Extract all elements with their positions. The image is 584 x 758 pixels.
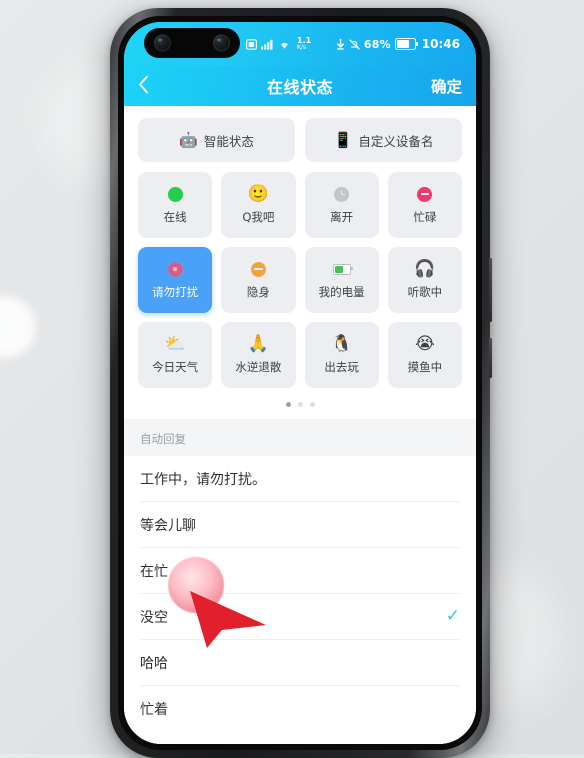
custom-device-name-label: 自定义设备名 bbox=[358, 133, 434, 149]
check-icon: ✓ bbox=[445, 606, 460, 626]
status-cell-qme[interactable]: 🙂 Q我吧 bbox=[221, 172, 296, 238]
status-cell-do-not-disturb[interactable]: 请勿打扰 bbox=[138, 247, 213, 313]
auto-reply-section-header: 自动回复 bbox=[124, 419, 476, 456]
list-item[interactable]: 等会儿聊 bbox=[140, 502, 460, 548]
do-not-disturb-icon bbox=[167, 260, 183, 278]
list-item[interactable]: 工作中，请勿打扰。 bbox=[140, 456, 460, 502]
penguin-icon: 🐧 bbox=[331, 333, 353, 354]
auto-reply-text: 哈哈 bbox=[140, 655, 168, 672]
mute-bell-icon bbox=[349, 39, 360, 50]
sun-cloud-icon: ⛅ bbox=[164, 333, 186, 354]
sim-card-icon bbox=[246, 38, 257, 50]
green-dot-icon bbox=[167, 185, 183, 203]
wifi-icon bbox=[278, 39, 291, 50]
gray-clock-icon bbox=[334, 185, 350, 203]
punch-hole-camera bbox=[144, 28, 240, 58]
auto-reply-text: 没空 bbox=[140, 609, 168, 626]
signal-bars-icon bbox=[261, 39, 274, 50]
phone-bezel: 1.1 K/s 68% 10:46 在线状态 确定 🤖 智能状态 📱 自定义设备… bbox=[118, 16, 482, 750]
chevron-left-icon bbox=[138, 75, 149, 98]
page-indicator[interactable] bbox=[124, 388, 476, 419]
status-grid: 在线 🙂 Q我吧 离开 忙碌 请勿打扰 隐身 我的电量 🎧 听歌中 ⛅ 今日天气… bbox=[124, 162, 476, 388]
battery-percent: 68% bbox=[363, 37, 391, 51]
left-edge-circle bbox=[0, 296, 36, 358]
status-cell-label: Q我吧 bbox=[242, 210, 275, 224]
phone-frame: 1.1 K/s 68% 10:46 在线状态 确定 🤖 智能状态 📱 自定义设备… bbox=[110, 8, 492, 758]
robot-icon: 🤖 bbox=[179, 130, 198, 149]
status-cell-listening-music[interactable]: 🎧 听歌中 bbox=[387, 247, 462, 313]
sweat-face-icon: 😭 bbox=[414, 333, 435, 354]
status-cell-label: 摸鱼中 bbox=[407, 360, 443, 374]
status-cell-slacking[interactable]: 😭 摸鱼中 bbox=[387, 322, 462, 388]
camera-lens-left-icon bbox=[154, 34, 171, 52]
camera-lens-right-icon bbox=[213, 34, 230, 52]
page-dot-active bbox=[285, 402, 291, 407]
list-item[interactable]: 忙着 bbox=[140, 686, 460, 731]
status-cell-label: 听歌中 bbox=[407, 285, 443, 299]
status-cell-invisible[interactable]: 隐身 bbox=[221, 247, 296, 313]
auto-reply-text: 工作中，请勿打扰。 bbox=[140, 471, 266, 488]
power-button[interactable] bbox=[489, 258, 492, 322]
phone-device-icon: 📱 bbox=[333, 130, 353, 149]
list-item[interactable]: 在忙 bbox=[140, 548, 460, 594]
network-speed-unit: K/s bbox=[297, 44, 307, 51]
confirm-button[interactable]: 确定 bbox=[431, 66, 462, 106]
top-action-row: 🤖 智能状态 📱 自定义设备名 bbox=[124, 106, 476, 162]
status-bar-left: 1.1 K/s bbox=[246, 22, 311, 66]
battery-level-icon bbox=[332, 260, 353, 278]
auto-reply-text: 等会儿聊 bbox=[140, 517, 196, 534]
status-cell-label: 今日天气 bbox=[152, 360, 199, 374]
screenshot-root: { "statusbar": { "network_speed_value": … bbox=[0, 0, 584, 758]
smart-status-label: 智能状态 bbox=[203, 133, 254, 149]
network-speed: 1.1 K/s bbox=[297, 37, 311, 51]
page-title: 在线状态 bbox=[266, 78, 333, 97]
invisible-icon bbox=[250, 260, 266, 278]
volume-button[interactable] bbox=[489, 338, 492, 378]
list-item[interactable]: 没空 ✓ bbox=[140, 594, 460, 640]
status-bar: 1.1 K/s 68% 10:46 bbox=[124, 22, 476, 66]
headphones-face-icon: 🎧 bbox=[414, 258, 436, 279]
status-clock: 10:46 bbox=[421, 37, 460, 51]
phone-screen: 1.1 K/s 68% 10:46 在线状态 确定 🤖 智能状态 📱 自定义设备… bbox=[124, 22, 476, 744]
status-cell-label: 在线 bbox=[163, 210, 187, 224]
praying-hands-icon: 🙏 bbox=[247, 333, 269, 354]
status-cell-mercury-retrograde[interactable]: 🙏 水逆退散 bbox=[221, 322, 296, 388]
smiley-face-icon: 🙂 bbox=[247, 183, 269, 204]
status-cell-label: 忙碌 bbox=[413, 210, 437, 224]
status-bar-right: 68% 10:46 bbox=[336, 22, 460, 66]
status-cell-label: 请勿打扰 bbox=[152, 285, 199, 299]
status-cell-busy[interactable]: 忙碌 bbox=[387, 172, 462, 238]
page-dot bbox=[309, 402, 315, 407]
status-cell-label: 水逆退散 bbox=[235, 360, 282, 374]
status-cell-online[interactable]: 在线 bbox=[138, 172, 213, 238]
smart-status-button[interactable]: 🤖 智能状态 bbox=[138, 118, 295, 162]
auto-reply-list: 工作中，请勿打扰。 等会儿聊 在忙 没空 ✓ 哈哈 忙着 bbox=[124, 456, 476, 744]
back-button[interactable] bbox=[138, 66, 168, 106]
status-cell-label: 离开 bbox=[330, 210, 354, 224]
status-cell-label: 出去玩 bbox=[324, 360, 359, 374]
status-cell-out-playing[interactable]: 🐧 出去玩 bbox=[304, 322, 379, 388]
page-dot bbox=[297, 402, 303, 407]
status-cell-away[interactable]: 离开 bbox=[304, 172, 379, 238]
auto-reply-text: 忙着 bbox=[140, 701, 168, 718]
status-cell-my-battery[interactable]: 我的电量 bbox=[304, 247, 379, 313]
nav-bar: 在线状态 确定 bbox=[124, 66, 476, 106]
status-cell-weather[interactable]: ⛅ 今日天气 bbox=[138, 322, 213, 388]
status-cell-label: 我的电量 bbox=[318, 285, 365, 299]
status-cell-label: 隐身 bbox=[246, 285, 270, 299]
download-arrow-icon bbox=[336, 38, 345, 50]
list-item[interactable]: 哈哈 bbox=[140, 640, 460, 686]
custom-device-name-button[interactable]: 📱 自定义设备名 bbox=[305, 118, 462, 162]
auto-reply-text: 在忙 bbox=[140, 563, 168, 580]
busy-minus-icon bbox=[417, 185, 433, 203]
battery-icon bbox=[394, 38, 419, 50]
page-content: 🤖 智能状态 📱 自定义设备名 在线 🙂 Q我吧 离开 忙碌 请勿打扰 隐身 我… bbox=[124, 106, 476, 744]
